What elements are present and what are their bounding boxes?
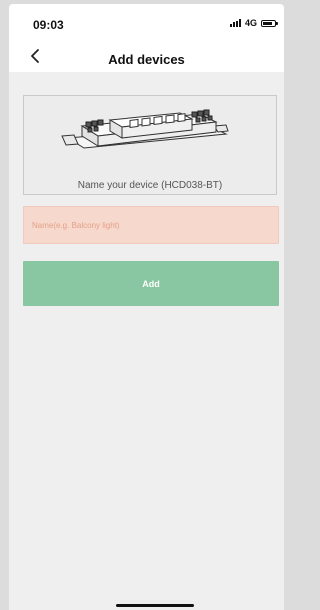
home-indicator	[116, 604, 194, 607]
device-card: Name your device (HCD038-BT)	[23, 95, 277, 195]
battery-icon	[261, 19, 278, 27]
page-title: Add devices	[108, 52, 185, 67]
top-bar: 09:03 4G Add devices	[9, 4, 284, 72]
device-name-input[interactable]	[24, 207, 278, 243]
status-time: 09:03	[33, 18, 64, 32]
network-label: 4G	[244, 18, 257, 28]
add-button[interactable]: Add	[23, 261, 279, 306]
device-caption: Name your device (HCD038-BT)	[77, 180, 223, 191]
app-screen: 09:03 4G Add devices Name your device (H…	[9, 4, 284, 610]
status-indicators: 4G	[229, 18, 278, 28]
device-image	[61, 109, 229, 149]
signal-icon	[229, 19, 241, 27]
device-name-field[interactable]	[23, 206, 279, 244]
